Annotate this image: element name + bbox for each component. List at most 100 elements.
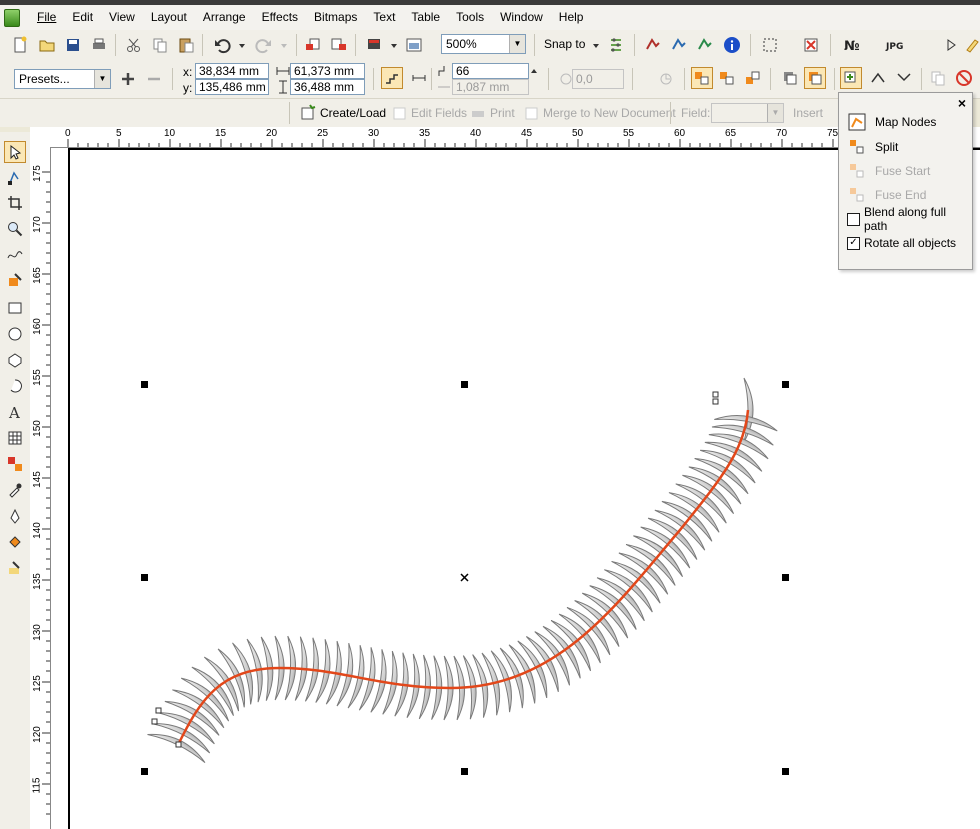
counterclockwise-blend-icon[interactable]	[743, 68, 763, 88]
export-icon[interactable]	[329, 35, 349, 55]
snap-to-label[interactable]: Snap to	[544, 37, 585, 51]
blend-steps-field[interactable]: 66	[452, 63, 529, 79]
play-icon[interactable]	[941, 35, 961, 55]
loop-blend-icon[interactable]	[656, 69, 676, 89]
object-acceleration-icon[interactable]	[780, 68, 800, 88]
menu-view[interactable]: View	[102, 5, 144, 30]
select-frame-icon[interactable]	[760, 35, 780, 55]
menu-edit[interactable]: Edit	[65, 5, 102, 30]
info-icon[interactable]	[722, 35, 742, 55]
menu-bitmaps[interactable]: Bitmaps	[307, 5, 366, 30]
application-launcher-icon[interactable]	[364, 35, 384, 55]
chevron-down-icon[interactable]: ▼	[509, 35, 525, 53]
width-field[interactable]: 61,373 mm	[290, 63, 365, 79]
crop-marks-icon[interactable]	[801, 35, 821, 55]
options-icon[interactable]	[606, 35, 626, 55]
rotate-all-objects-option[interactable]: ✓ Rotate all objects	[847, 233, 956, 253]
split-button[interactable]: Split	[847, 137, 898, 157]
ellipse-tool-icon[interactable]	[6, 325, 24, 343]
y-position-field[interactable]: 135,486 mm	[195, 79, 269, 95]
polygon-tool-icon[interactable]	[6, 351, 24, 369]
height-field[interactable]: 36,488 mm	[290, 79, 365, 95]
close-icon[interactable]: ×	[958, 95, 966, 111]
presets-combo[interactable]: Presets... ▼	[14, 69, 111, 89]
edit-fields-icon[interactable]	[390, 103, 410, 123]
blend-steps-button[interactable]	[381, 67, 403, 89]
blend-direction-field[interactable]: 0,0	[572, 69, 624, 89]
menu-tools[interactable]: Tools	[449, 5, 493, 30]
clockwise-blend-icon[interactable]	[717, 68, 737, 88]
start-end-properties-icon[interactable]	[868, 68, 888, 88]
table-tool-icon[interactable]	[6, 429, 24, 447]
chevron-down-icon[interactable]: ▼	[94, 70, 110, 88]
cut-icon[interactable]	[124, 35, 144, 55]
field-combo[interactable]: ▼	[711, 103, 784, 123]
launcher-dropdown-icon[interactable]	[384, 35, 404, 55]
copy-icon[interactable]	[150, 35, 170, 55]
app-icon[interactable]	[4, 8, 20, 27]
undo-icon[interactable]	[212, 35, 232, 55]
open-icon[interactable]	[37, 35, 57, 55]
direct-blend-button[interactable]	[691, 67, 713, 89]
outline-pen-tool-icon[interactable]	[6, 507, 24, 525]
x-position-field[interactable]: 38,834 mm	[195, 63, 269, 79]
map-nodes-button[interactable]: Map Nodes	[847, 112, 936, 132]
blend-along-full-path-option[interactable]: Blend along full path	[847, 205, 972, 233]
chevron-down-icon[interactable]: ▼	[767, 104, 783, 122]
color-acceleration-button[interactable]	[804, 67, 826, 89]
text-tool-icon[interactable]: A	[6, 403, 24, 421]
spinner-up-icon[interactable]	[529, 63, 539, 79]
corel-connect-icon[interactable]	[643, 35, 663, 55]
merge-print-button[interactable]: Print	[490, 106, 515, 120]
brush-icon[interactable]	[962, 35, 980, 55]
corel-link-green-icon[interactable]	[695, 35, 715, 55]
merge-to-new-document-button[interactable]: Merge to New Document	[543, 106, 676, 120]
print-icon[interactable]	[89, 35, 109, 55]
welcome-screen-icon[interactable]	[404, 35, 424, 55]
fuse-end-button[interactable]: Fuse End	[847, 185, 926, 205]
undo-dropdown-icon[interactable]	[232, 35, 252, 55]
clear-blend-icon[interactable]	[954, 68, 974, 88]
vertical-ruler[interactable]: 175 170 165 160 155 150 145 140 135 130 …	[30, 147, 51, 829]
insert-button[interactable]: Insert	[793, 106, 823, 120]
fixed-spacing-icon[interactable]	[409, 68, 429, 88]
shape-tool-icon[interactable]	[6, 169, 24, 187]
edit-fields-button[interactable]: Edit Fields	[411, 106, 467, 120]
redo-icon[interactable]	[254, 35, 274, 55]
zoom-level-combo[interactable]: 500% ▼	[441, 34, 526, 54]
more-blend-options-button[interactable]	[840, 67, 862, 89]
fuse-start-button[interactable]: Fuse Start	[847, 161, 930, 181]
zoom-tool-icon[interactable]	[6, 220, 24, 238]
jpg-export-icon[interactable]: JPG	[885, 35, 911, 55]
menu-layout[interactable]: Layout	[144, 5, 196, 30]
ruler-origin[interactable]	[30, 127, 51, 148]
fill-tool-icon[interactable]	[6, 533, 24, 551]
paste-icon[interactable]	[176, 35, 196, 55]
add-preset-icon[interactable]	[118, 69, 138, 89]
menu-window[interactable]: Window	[493, 5, 552, 30]
path-properties-icon[interactable]	[894, 68, 914, 88]
rotate-all-objects-checkbox[interactable]: ✓	[847, 236, 860, 250]
blend-spacing-field[interactable]: 1,087 mm	[452, 79, 529, 95]
create-load-icon[interactable]	[298, 103, 318, 123]
interactive-fill-tool-icon[interactable]	[6, 559, 24, 577]
save-icon[interactable]	[63, 35, 83, 55]
eyedropper-tool-icon[interactable]	[6, 481, 24, 499]
smart-fill-tool-icon[interactable]	[6, 271, 24, 289]
copy-blend-properties-icon[interactable]	[928, 68, 948, 88]
create-load-button[interactable]: Create/Load	[320, 106, 386, 120]
menu-file[interactable]: File	[30, 5, 65, 30]
crop-tool-icon[interactable]	[6, 194, 24, 212]
redo-dropdown-icon[interactable]	[274, 35, 294, 55]
merge-document-icon[interactable]	[522, 103, 542, 123]
pick-tool-icon[interactable]	[4, 141, 26, 163]
menu-table[interactable]: Table	[404, 5, 449, 30]
blend-along-full-path-checkbox[interactable]	[847, 212, 860, 226]
menu-help[interactable]: Help	[552, 5, 593, 30]
numero-glyph-icon[interactable]: №	[842, 35, 862, 55]
freehand-tool-icon[interactable]	[6, 245, 24, 263]
blend-tool-icon[interactable]	[6, 455, 24, 473]
basic-shapes-tool-icon[interactable]	[6, 377, 24, 395]
new-document-icon[interactable]	[10, 35, 30, 55]
menu-effects[interactable]: Effects	[255, 5, 307, 30]
